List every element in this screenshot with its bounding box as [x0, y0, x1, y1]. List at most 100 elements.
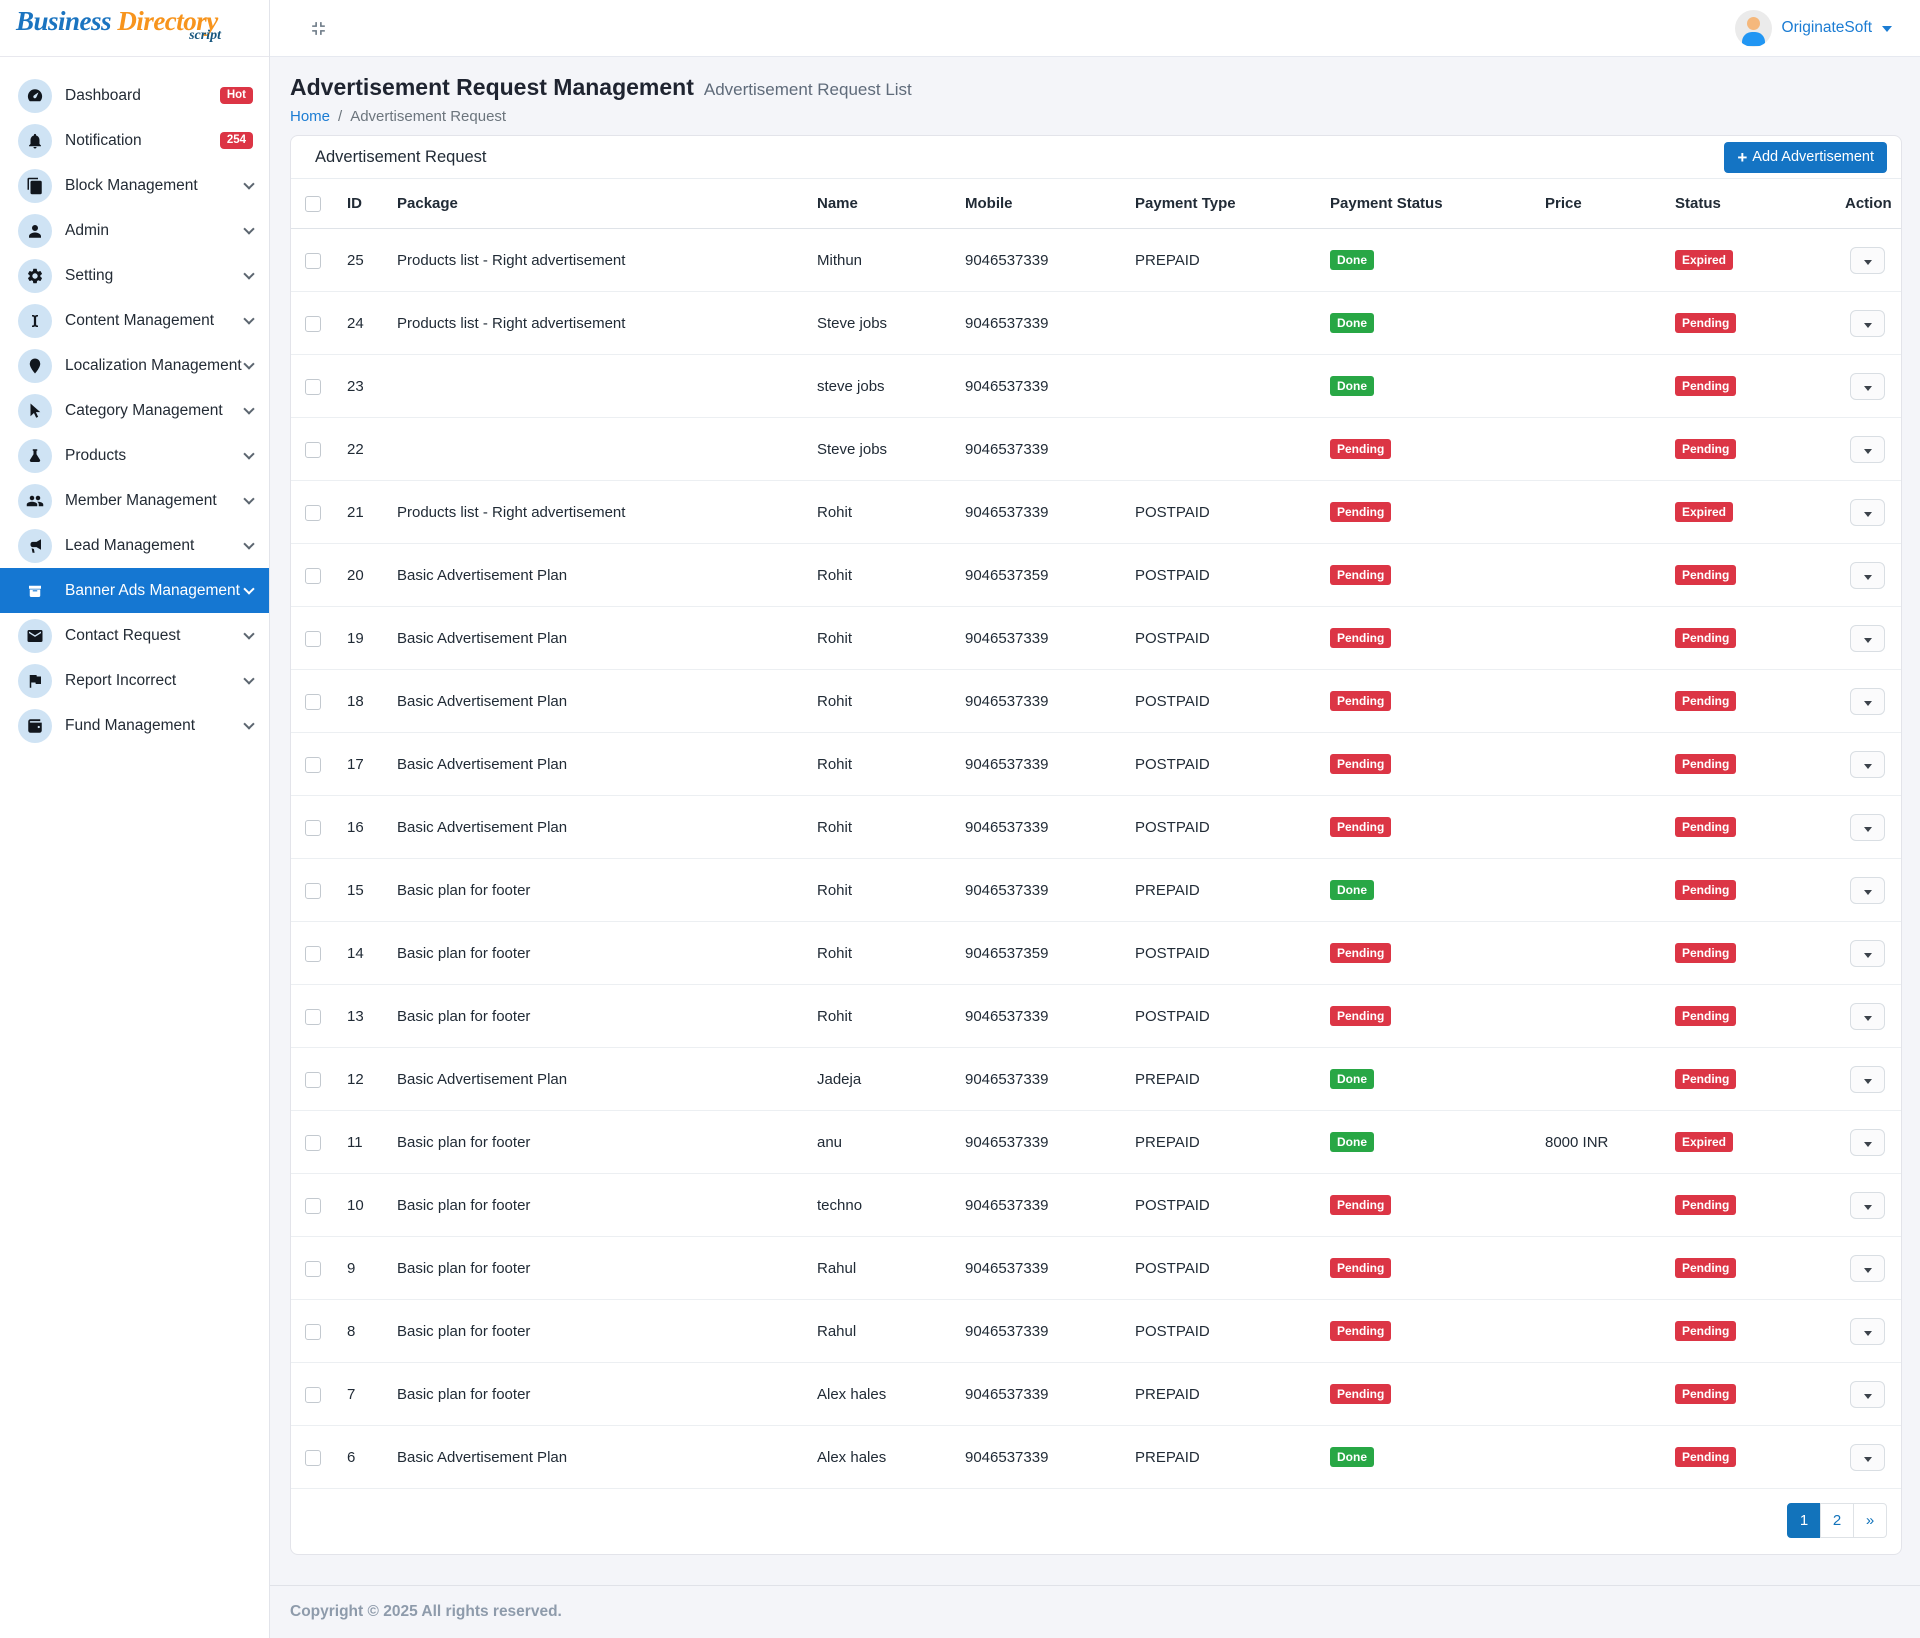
row-action-button[interactable]: [1850, 1129, 1885, 1156]
payment-status-badge: Pending: [1330, 1384, 1391, 1404]
row-action-button[interactable]: [1850, 436, 1885, 463]
cell-id: 18: [339, 670, 389, 733]
row-action-button[interactable]: [1850, 1318, 1885, 1345]
sidebar-item-report-incorrect[interactable]: Report Incorrect: [0, 658, 269, 703]
sidebar-item-content-management[interactable]: Content Management: [0, 298, 269, 343]
row-action-button[interactable]: [1850, 562, 1885, 589]
cell-mobile: 9046537339: [957, 1363, 1127, 1426]
cell-name: anu: [809, 1111, 957, 1174]
sidebar-item-products[interactable]: Products: [0, 433, 269, 478]
row-action-button[interactable]: [1850, 1255, 1885, 1282]
row-checkbox[interactable]: [305, 631, 321, 647]
cell-package: Basic plan for footer: [389, 1300, 809, 1363]
table-row: 15Basic plan for footerRohit9046537339PR…: [291, 859, 1901, 922]
table-row: 9Basic plan for footerRahul9046537339POS…: [291, 1237, 1901, 1300]
row-checkbox[interactable]: [305, 1072, 321, 1088]
cell-price: [1537, 1048, 1667, 1111]
row-checkbox[interactable]: [305, 1324, 321, 1340]
cell-price: [1537, 670, 1667, 733]
chevron-down-icon: [243, 178, 254, 189]
row-action-button[interactable]: [1850, 625, 1885, 652]
sidebar-item-label: Admin: [65, 222, 109, 240]
fullscreen-toggle-icon[interactable]: [304, 14, 332, 42]
row-checkbox[interactable]: [305, 1009, 321, 1025]
cell-id: 17: [339, 733, 389, 796]
cell-payment-status: Done: [1322, 1426, 1537, 1489]
row-action-button[interactable]: [1850, 877, 1885, 904]
sidebar-item-setting[interactable]: Setting: [0, 253, 269, 298]
cell-name: Steve jobs: [809, 418, 957, 481]
sidebar-item-dashboard[interactable]: DashboardHot: [0, 73, 269, 118]
sidebar-item-member-management[interactable]: Member Management: [0, 478, 269, 523]
row-action-button[interactable]: [1850, 814, 1885, 841]
row-checkbox[interactable]: [305, 1261, 321, 1277]
status-badge: Pending: [1675, 880, 1736, 900]
payment-status-badge: Done: [1330, 250, 1374, 270]
add-advertisement-button[interactable]: + Add Advertisement: [1724, 142, 1887, 173]
row-action-button[interactable]: [1850, 1003, 1885, 1030]
row-checkbox[interactable]: [305, 1135, 321, 1151]
pagination-page-1[interactable]: 1: [1787, 1503, 1821, 1538]
cell-mobile: 9046537339: [957, 733, 1127, 796]
row-action-button[interactable]: [1850, 310, 1885, 337]
row-action-button[interactable]: [1850, 499, 1885, 526]
table-row: 16Basic Advertisement PlanRohit904653733…: [291, 796, 1901, 859]
status-badge: Expired: [1675, 502, 1733, 522]
row-checkbox[interactable]: [305, 1450, 321, 1466]
row-action-button[interactable]: [1850, 1381, 1885, 1408]
row-checkbox[interactable]: [305, 694, 321, 710]
row-action-button[interactable]: [1850, 1066, 1885, 1093]
row-checkbox[interactable]: [305, 505, 321, 521]
row-checkbox[interactable]: [305, 1387, 321, 1403]
row-checkbox[interactable]: [305, 379, 321, 395]
cell-payment-type: [1127, 292, 1322, 355]
row-checkbox[interactable]: [305, 316, 321, 332]
cell-name: Alex hales: [809, 1363, 957, 1426]
row-action-button[interactable]: [1850, 373, 1885, 400]
footer: Copyright © 2025 All rights reserved.: [270, 1585, 1920, 1638]
cell-id: 25: [339, 229, 389, 292]
user-menu[interactable]: OriginateSoft: [1735, 10, 1892, 47]
row-action-button[interactable]: [1850, 247, 1885, 274]
pagination-page-2[interactable]: 2: [1820, 1503, 1854, 1538]
chevron-down-icon: [243, 268, 254, 279]
row-action-button[interactable]: [1850, 1192, 1885, 1219]
sidebar-item-notification[interactable]: Notification254: [0, 118, 269, 163]
row-checkbox[interactable]: [305, 1198, 321, 1214]
cell-payment-status: Pending: [1322, 1237, 1537, 1300]
row-action-button[interactable]: [1850, 940, 1885, 967]
sidebar-item-category-management[interactable]: Category Management: [0, 388, 269, 433]
sidebar-item-contact-request[interactable]: Contact Request: [0, 613, 269, 658]
row-action-button[interactable]: [1850, 1444, 1885, 1471]
row-checkbox[interactable]: [305, 946, 321, 962]
caret-down-icon: [1864, 1394, 1872, 1399]
sidebar-item-block-management[interactable]: Block Management: [0, 163, 269, 208]
select-all-checkbox[interactable]: [305, 196, 321, 212]
row-checkbox[interactable]: [305, 820, 321, 836]
row-checkbox[interactable]: [305, 883, 321, 899]
row-action-button[interactable]: [1850, 688, 1885, 715]
cell-status: Pending: [1667, 670, 1837, 733]
pagination-next[interactable]: »: [1853, 1503, 1887, 1538]
table-row: 25Products list - Right advertisementMit…: [291, 229, 1901, 292]
row-checkbox[interactable]: [305, 568, 321, 584]
status-badge: Pending: [1675, 376, 1736, 396]
sidebar-item-admin[interactable]: Admin: [0, 208, 269, 253]
dashboard-icon: [18, 79, 52, 113]
row-checkbox[interactable]: [305, 442, 321, 458]
row-action-button[interactable]: [1850, 751, 1885, 778]
pagination: 12»: [291, 1489, 1901, 1554]
sidebar-item-banner-ads-management[interactable]: Banner Ads Management: [0, 568, 269, 613]
cell-package: Basic plan for footer: [389, 1111, 809, 1174]
row-checkbox[interactable]: [305, 757, 321, 773]
users-icon: [18, 484, 52, 518]
sidebar-item-lead-management[interactable]: Lead Management: [0, 523, 269, 568]
sidebar-item-localization-management[interactable]: Localization Management: [0, 343, 269, 388]
cell-payment-type: POSTPAID: [1127, 1237, 1322, 1300]
row-checkbox[interactable]: [305, 253, 321, 269]
payment-status-badge: Done: [1330, 376, 1374, 396]
sidebar-item-label: Contact Request: [65, 627, 180, 645]
breadcrumb-home-link[interactable]: Home: [290, 108, 330, 125]
sidebar-item-fund-management[interactable]: Fund Management: [0, 703, 269, 748]
cell-payment-type: [1127, 418, 1322, 481]
